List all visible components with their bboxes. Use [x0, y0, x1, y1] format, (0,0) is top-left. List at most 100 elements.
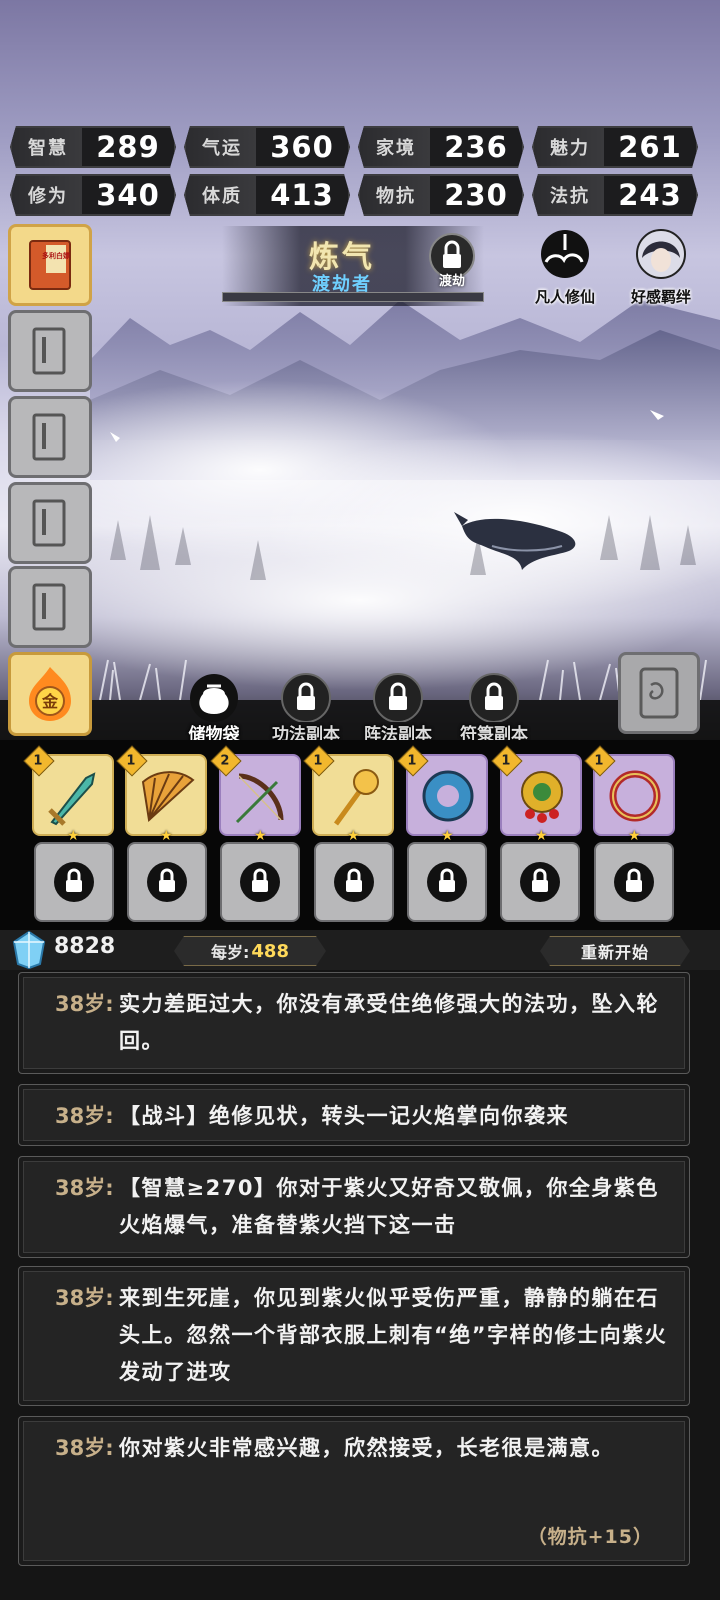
stat-value: 261: [618, 130, 682, 164]
book-outline-icon: [32, 499, 66, 547]
gold-flame-icon: 金: [29, 667, 71, 721]
stat-plate-luck: 气运 360: [184, 126, 350, 168]
stat-value: 243: [618, 178, 682, 212]
stat-value: 230: [444, 178, 508, 212]
stat-value: 413: [270, 178, 334, 212]
equip-bow[interactable]: 2 ★: [210, 745, 301, 844]
log-entry: 38岁: 来到生死崖，你见到紫火似乎受伤严重，静静的躺在石头上。忽然一个背部衣服…: [18, 1266, 690, 1406]
lock-icon: [373, 673, 423, 723]
log-entry: 38岁: 实力差距过大，你没有承受住绝修强大的法功，坠入轮回。: [18, 972, 690, 1074]
bow-icon: [235, 773, 284, 824]
stat-label: 魅力: [534, 128, 604, 166]
equip-fan[interactable]: 1 ★: [116, 745, 207, 844]
locked-slot[interactable]: [500, 842, 580, 922]
log-text: 实力差距过大，你没有承受住绝修强大的法功，坠入轮回。: [119, 992, 659, 1053]
book-outline-icon: [32, 413, 66, 461]
affection-bond-button[interactable]: 好感羁绊: [618, 228, 704, 307]
equip-gold-amulet[interactable]: 1 ★: [491, 745, 582, 844]
lock-icon: [614, 862, 654, 902]
manual-slot-empty[interactable]: [8, 566, 92, 648]
stat-value: 360: [270, 130, 334, 164]
log-entry: 38岁: 【智慧≥270】你对于紫火又好奇又敬佩，你全身紫色火焰爆气，准备替紫火…: [18, 1156, 690, 1258]
sword-icon: [48, 772, 96, 826]
storage-bag-icon: [190, 674, 238, 722]
stat-label: 家境: [360, 128, 430, 166]
tribulation-label: 渡劫: [438, 274, 465, 289]
scroll-button[interactable]: [618, 652, 700, 734]
realm-progress-bar: [222, 292, 484, 302]
per-age-label: 每岁:: [211, 943, 250, 962]
log-text: 【智慧≥270】你对于紫火又好奇又敬佩，你全身紫色火焰爆气，准备替紫火挡下这一击: [119, 1176, 659, 1237]
equip-red-ring[interactable]: 1 ★: [584, 745, 675, 844]
scroll-icon: [639, 667, 679, 719]
stat-plate-magic-resist: 法抗 243: [532, 174, 698, 216]
character-portrait-icon: [636, 229, 686, 279]
log-reward: （物抗+15）: [527, 1526, 653, 1548]
equip-sword[interactable]: 1 ★: [23, 745, 114, 844]
jade-ring-icon: [422, 770, 474, 822]
lock-icon: [520, 862, 560, 902]
lock-icon: [427, 862, 467, 902]
stat-plate-family: 家境 236: [358, 126, 524, 168]
lock-icon: [469, 673, 519, 723]
locked-slot[interactable]: [594, 842, 674, 922]
manual-slot-active[interactable]: 多利白嫖: [8, 224, 92, 306]
manual-slot-empty[interactable]: [8, 310, 92, 392]
tab-technique-dungeon[interactable]: 功法副本: [260, 670, 352, 745]
manual-slot-empty[interactable]: [8, 482, 92, 564]
per-age-value: 488: [251, 940, 289, 962]
amulet-icon: [521, 771, 563, 823]
per-age-income: 每岁: 488: [174, 936, 326, 966]
stat-plate-cultivation: 修为 340: [10, 174, 176, 216]
tab-storage-bag[interactable]: 储物袋: [168, 670, 260, 745]
scepter-icon: [333, 769, 379, 826]
gem-count: 8828: [54, 934, 116, 959]
equip-golden-scepter[interactable]: 1 ★: [303, 745, 394, 844]
restart-button[interactable]: 重新开始: [540, 936, 690, 966]
locked-slot[interactable]: [34, 842, 114, 922]
manual-book-icon: 多利白嫖: [29, 240, 71, 290]
stat-plate-wisdom: 智慧 289: [10, 126, 176, 168]
red-ring-icon: [609, 770, 661, 822]
cloud-emblem-icon: [541, 230, 589, 278]
stat-label: 体质: [186, 176, 256, 214]
log-age: 38岁:: [55, 1104, 114, 1128]
mortal-cultivation-button[interactable]: 凡人修仙: [522, 228, 608, 307]
log-age: 38岁:: [55, 1176, 114, 1200]
stat-label: 智慧: [12, 128, 82, 166]
manual-slot-empty[interactable]: [8, 396, 92, 478]
tab-talisman-dungeon[interactable]: 符箓副本: [448, 670, 540, 745]
lock-icon: [240, 862, 280, 902]
log-entry: 38岁: 你对紫火非常感兴趣，欣然接受，长老很是满意。 （物抗+15）: [18, 1416, 690, 1566]
stat-label: 法抗: [534, 176, 604, 214]
affection-bond-label: 好感羁绊: [630, 288, 691, 306]
lock-icon: [281, 673, 331, 723]
stat-plate-physique: 体质 413: [184, 174, 350, 216]
stat-label: 气运: [186, 128, 256, 166]
crystal-gem-icon: [12, 930, 46, 970]
lock-icon: [334, 862, 374, 902]
locked-slot[interactable]: [407, 842, 487, 922]
locked-slot[interactable]: [314, 842, 394, 922]
stat-value: 236: [444, 130, 508, 164]
book-outline-icon: [32, 583, 66, 631]
lock-icon: [54, 862, 94, 902]
log-age: 38岁:: [55, 1436, 114, 1460]
gold-label: 金: [41, 692, 59, 711]
equip-jade-ring[interactable]: 1 ★: [397, 745, 488, 844]
scenic-background: [0, 0, 720, 752]
stat-value: 289: [96, 130, 160, 164]
log-text: 【战斗】绝修见状，转头一记火焰掌向你袭来: [119, 1104, 569, 1128]
log-age: 38岁:: [55, 1286, 114, 1310]
log-text: 你对紫火非常感兴趣，欣然接受，长老很是满意。: [119, 1436, 614, 1460]
gold-button[interactable]: 金: [8, 652, 92, 736]
log-entry: 38岁: 【战斗】绝修见状，转头一记火焰掌向你袭来: [18, 1084, 690, 1146]
stat-value: 340: [96, 178, 160, 212]
stat-plate-charm: 魅力 261: [532, 126, 698, 168]
manual-book-title: 多利白嫖: [42, 251, 70, 260]
stat-label: 修为: [12, 176, 82, 214]
locked-slot[interactable]: [127, 842, 207, 922]
locked-slot[interactable]: [220, 842, 300, 922]
tab-formation-dungeon[interactable]: 阵法副本: [352, 670, 444, 745]
log-text: 来到生死崖，你见到紫火似乎受伤严重，静静的躺在石头上。忽然一个背部衣服上刺有“绝…: [119, 1286, 668, 1384]
